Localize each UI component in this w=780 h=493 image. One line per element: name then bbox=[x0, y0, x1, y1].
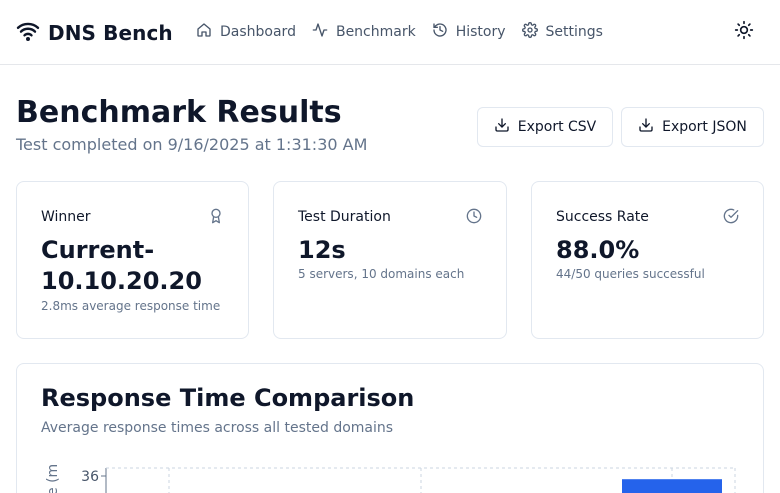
nav-history-label: History bbox=[455, 24, 506, 40]
winner-value: Current-10.10.20.20 bbox=[41, 236, 202, 295]
check-circle-icon bbox=[723, 208, 739, 224]
export-csv-button[interactable]: Export CSV bbox=[477, 107, 613, 147]
duration-note: 5 servers, 10 domains each bbox=[298, 267, 465, 281]
nav-history[interactable]: History bbox=[432, 22, 506, 42]
nav-dashboard[interactable]: Dashboard bbox=[196, 22, 296, 42]
brand-name: DNS Bench bbox=[48, 21, 173, 45]
export-json-button[interactable]: Export JSON bbox=[621, 107, 764, 147]
top-navigation-bar: DNS Bench Dashboard Benchmark History Se… bbox=[0, 0, 780, 65]
duration-card: Test Duration 12s 5 servers, 10 domains … bbox=[273, 181, 507, 339]
success-card: Success Rate 88.0% 44/50 queries success… bbox=[531, 181, 764, 339]
chart-bar[interactable] bbox=[622, 479, 722, 493]
page-title: Benchmark Results bbox=[16, 95, 342, 130]
history-icon bbox=[432, 22, 456, 42]
chart-plot: e (m 36 bbox=[45, 464, 736, 493]
main-nav: Dashboard Benchmark History Settings bbox=[196, 22, 619, 42]
nav-settings-label: Settings bbox=[545, 24, 603, 40]
brand[interactable]: DNS Bench bbox=[16, 19, 173, 47]
chart-ylabel: e (m bbox=[45, 464, 61, 493]
page-subtitle: Test completed on 9/16/2025 at 1:31:30 A… bbox=[16, 135, 368, 154]
y-tick-label: 36 bbox=[81, 469, 99, 485]
winner-note: 2.8ms average response time bbox=[41, 299, 221, 313]
theme-toggle-button[interactable] bbox=[731, 19, 757, 45]
success-note: 44/50 queries successful bbox=[556, 267, 705, 281]
duration-card-label: Test Duration bbox=[298, 209, 391, 225]
gear-icon bbox=[521, 22, 546, 42]
export-csv-label: Export CSV bbox=[517, 119, 597, 135]
activity-icon bbox=[312, 22, 336, 42]
success-card-label: Success Rate bbox=[556, 209, 649, 225]
response-time-chart-card: Response Time Comparison Average respons… bbox=[16, 363, 764, 493]
clock-icon bbox=[466, 208, 482, 224]
download-icon bbox=[638, 117, 662, 137]
download-icon bbox=[494, 117, 518, 137]
nav-benchmark[interactable]: Benchmark bbox=[312, 22, 416, 42]
winner-card: Winner Current-10.10.20.20 2.8ms average… bbox=[16, 181, 249, 339]
nav-benchmark-label: Benchmark bbox=[335, 24, 416, 40]
success-value: 88.0% bbox=[556, 236, 640, 264]
nav-dashboard-label: Dashboard bbox=[220, 24, 296, 40]
sun-icon bbox=[734, 20, 754, 44]
wifi-icon bbox=[16, 19, 40, 47]
home-icon bbox=[196, 22, 220, 42]
nav-settings[interactable]: Settings bbox=[521, 22, 603, 42]
award-icon bbox=[208, 208, 224, 224]
duration-value: 12s bbox=[298, 236, 346, 264]
export-json-label: Export JSON bbox=[662, 119, 747, 135]
winner-card-label: Winner bbox=[41, 209, 91, 225]
